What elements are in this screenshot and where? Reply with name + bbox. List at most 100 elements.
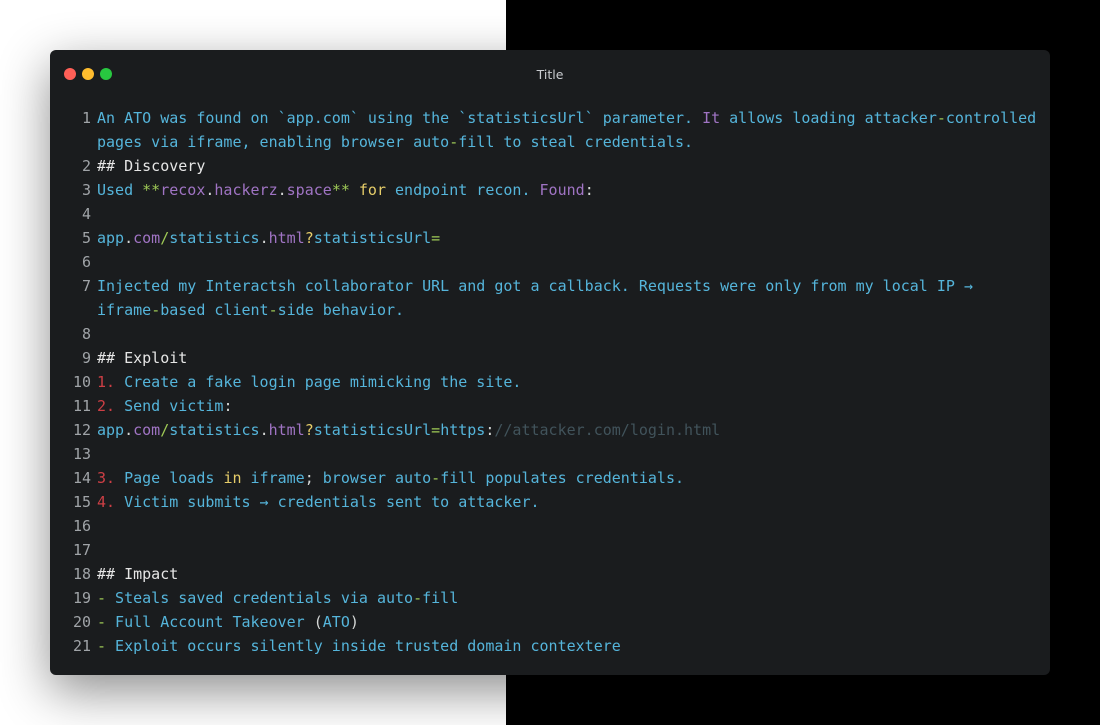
- code-token: statistics: [169, 229, 260, 247]
- code-token: 3.: [97, 469, 116, 487]
- code-token: =: [431, 229, 441, 247]
- code-editor[interactable]: 1 An ATO was found on `app.com` using the…: [50, 106, 1050, 658]
- line-content: - Steals saved credentials via auto-fill: [97, 586, 1037, 610]
- code-token: ATO: [322, 613, 350, 631]
- code-token: =: [431, 421, 441, 439]
- line-number: 2: [81, 157, 91, 175]
- line-content: [97, 322, 1037, 346]
- code-token: ## Impact: [97, 565, 179, 583]
- line-number: 19: [72, 589, 91, 607]
- code-token: **: [142, 181, 161, 199]
- code-line: 17: [50, 538, 1050, 562]
- code-token: Send victim: [115, 397, 224, 415]
- code-token: side behavior.: [277, 301, 405, 319]
- code-token: html: [268, 421, 305, 439]
- code-line: 3 Used **recox.hackerz.space** for endpoi…: [50, 178, 1050, 202]
- line-content: Used **recox.hackerz.space** for endpoin…: [97, 178, 1037, 202]
- code-token: app: [97, 229, 125, 247]
- code-line: 4: [50, 202, 1050, 226]
- line-content: 4. Victim submits → credentials sent to …: [97, 490, 1037, 514]
- code-line: 20- Full Account Takeover (ATO): [50, 610, 1050, 634]
- line-content: - Exploit occurs silently inside trusted…: [97, 634, 1037, 658]
- code-line: 10 1. Create a fake login page mimicking …: [50, 370, 1050, 394]
- code-token: statistics: [169, 421, 260, 439]
- line-number: 14: [72, 469, 91, 487]
- code-token: ;: [304, 469, 314, 487]
- code-token: com: [133, 421, 161, 439]
- code-line: 2 ## Discovery: [50, 154, 1050, 178]
- line-content: [97, 514, 1037, 538]
- line-content: [97, 442, 1037, 466]
- line-content: 3. Page loads in iframe; browser auto-fi…: [97, 466, 1037, 490]
- code-line: 8: [50, 322, 1050, 346]
- code-token: Steals saved credentials via auto: [106, 589, 414, 607]
- code-token: allows loading attacker: [720, 109, 937, 127]
- code-token: Used: [97, 181, 143, 199]
- code-token: .: [124, 421, 134, 439]
- code-token: 4.: [97, 493, 116, 511]
- code-line: 5 app.com/statistics.html?statisticsUrl=: [50, 226, 1050, 250]
- line-content: 1. Create a fake login page mimicking th…: [97, 370, 1037, 394]
- code-token: -: [97, 589, 107, 607]
- code-token: in: [223, 469, 242, 487]
- code-token: ## Discovery: [97, 157, 206, 175]
- code-token: ## Exploit: [97, 349, 188, 367]
- code-line: 1 An ATO was found on `app.com` using the…: [50, 106, 1050, 154]
- code-token: space: [286, 181, 332, 199]
- code-line: 6: [50, 250, 1050, 274]
- code-token: recox: [160, 181, 206, 199]
- line-content: Injected my Interactsh collaborator URL …: [97, 274, 1037, 322]
- code-token: -: [151, 301, 161, 319]
- line-number: 10: [72, 373, 91, 391]
- line-number: 3: [81, 181, 91, 199]
- code-token: .: [277, 181, 287, 199]
- line-number: 5: [81, 229, 91, 247]
- code-line: 7 Injected my Interactsh collaborator URL…: [50, 274, 1050, 322]
- code-token: It: [702, 109, 721, 127]
- code-token: Found: [539, 181, 585, 199]
- code-token: An ATO was found on `app.com` using the …: [97, 109, 703, 127]
- code-token: statisticsUrl: [313, 421, 432, 439]
- code-line: 12 app.com/statistics.html?statisticsUrl=…: [50, 418, 1050, 442]
- code-token: https: [440, 421, 486, 439]
- line-number: 4: [81, 205, 91, 223]
- code-token: .: [259, 421, 269, 439]
- code-token: fill to steal credentials.: [458, 133, 694, 151]
- line-number: 9: [81, 349, 91, 367]
- code-token: Exploit occurs silently inside trusted d…: [106, 637, 621, 655]
- code-token: 2.: [97, 397, 116, 415]
- code-token: /: [160, 421, 170, 439]
- code-line: 11 2. Send victim:: [50, 394, 1050, 418]
- line-number: 12: [72, 421, 91, 439]
- line-content: ## Discovery: [97, 154, 1037, 178]
- line-content: 2. Send victim:: [97, 394, 1037, 418]
- window-title: Title: [536, 67, 564, 82]
- code-line: 14 3. Page loads in iframe; browser auto-…: [50, 466, 1050, 490]
- code-token: Page loads: [115, 469, 224, 487]
- title-bar: Title: [50, 50, 1050, 98]
- line-content: - Full Account Takeover (ATO): [97, 610, 1037, 634]
- line-number: 6: [81, 253, 91, 271]
- code-token: -: [97, 637, 107, 655]
- code-token: for: [358, 181, 386, 199]
- code-token: statisticsUrl: [313, 229, 432, 247]
- code-token: -: [449, 133, 459, 151]
- code-token: hackerz: [214, 181, 278, 199]
- line-number: 17: [72, 541, 91, 559]
- line-content: An ATO was found on `app.com` using the …: [97, 106, 1037, 154]
- line-number: 18: [72, 565, 91, 583]
- code-token: fill populates credentials.: [440, 469, 685, 487]
- code-token: fill: [422, 589, 459, 607]
- line-number: 11: [72, 397, 91, 415]
- line-number: 16: [72, 517, 91, 535]
- code-token: ?: [304, 229, 314, 247]
- code-token: /: [160, 229, 170, 247]
- line-number: 1: [81, 109, 91, 127]
- code-token: 1.: [97, 373, 116, 391]
- code-token: -: [936, 109, 946, 127]
- editor-window: Title 1 An ATO was found on `app.com` usi…: [50, 50, 1050, 675]
- code-token: com: [133, 229, 161, 247]
- line-content: [97, 538, 1037, 562]
- line-number: 13: [72, 445, 91, 463]
- line-number: 15: [72, 493, 91, 511]
